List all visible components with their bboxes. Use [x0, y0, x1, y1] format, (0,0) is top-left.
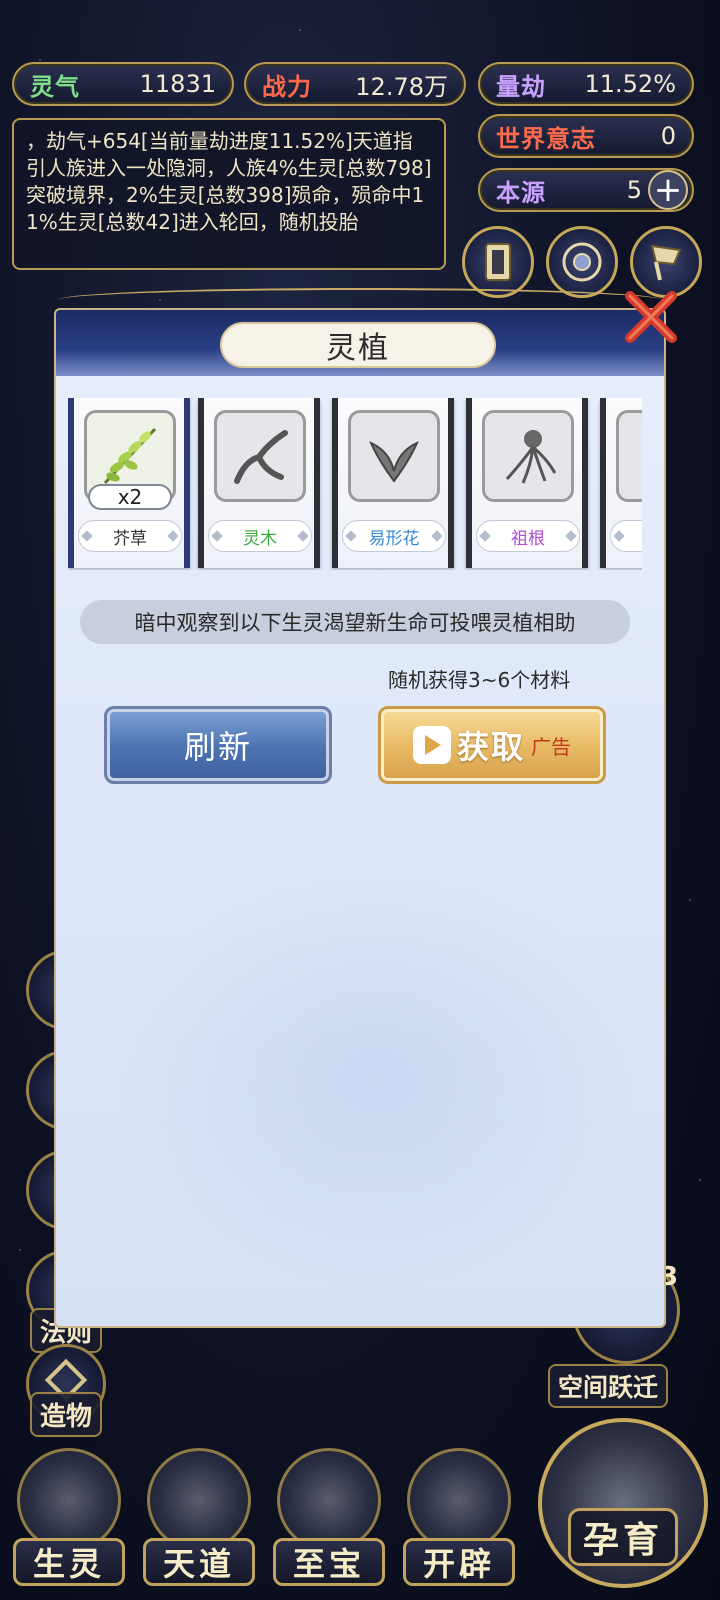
zhibao-emblem-icon — [277, 1448, 381, 1552]
nav-tiandao[interactable]: 天道 — [140, 1448, 258, 1600]
driftwood-icon — [214, 410, 306, 502]
play-icon — [412, 726, 451, 764]
shengling-emblem-icon — [17, 1448, 121, 1552]
flower-icon — [348, 410, 440, 502]
zhanli-stat: 战力 12.78万 — [244, 62, 466, 106]
kaipi-emblem-icon — [407, 1448, 511, 1552]
lingqi-stat: 灵气 11831 — [12, 62, 234, 106]
nav-shengling-label: 生灵 — [13, 1538, 125, 1586]
world-will-value: 0 — [660, 122, 676, 150]
nav-kaipi-label: 开辟 — [403, 1538, 515, 1586]
zhanli-value: 12.78万 — [355, 72, 448, 101]
world-will-stat: 世界意志 0 — [478, 114, 694, 158]
plant-name: 易形花 — [342, 520, 446, 552]
get-ad-button[interactable]: 获取 广告 — [378, 706, 606, 784]
nav-shengling[interactable]: 生灵 — [10, 1448, 128, 1600]
liangjie-label: 量劫 — [496, 72, 546, 101]
refresh-button[interactable]: 刷新 — [104, 706, 332, 784]
plant-card-list[interactable]: x2 芥草 灵木 易形花 祖根 — [68, 398, 642, 570]
plant-card-yixinghua[interactable]: 易形花 — [332, 398, 454, 568]
benyuan-value: 5 — [626, 176, 642, 204]
lingqi-value: 11831 — [139, 70, 216, 98]
add-benyuan-button[interactable]: + — [648, 170, 688, 210]
description-banner: 暗中观察到以下生灵渴望新生命可投喂灵植相助 — [80, 600, 630, 644]
nav-tiandao-label: 天道 — [143, 1538, 255, 1586]
ad-label: 广告 — [531, 734, 571, 759]
nav-zhibao-label: 至宝 — [273, 1538, 385, 1586]
plant-card-zugen[interactable]: 祖根 — [466, 398, 588, 568]
plant-card-qing[interactable]: 青 — [600, 398, 642, 568]
herb-icon — [616, 410, 642, 502]
root-icon — [482, 410, 574, 502]
plant-name: 祖根 — [476, 520, 580, 552]
zhanli-label: 战力 — [262, 72, 312, 101]
scroll-button[interactable] — [462, 226, 534, 298]
close-icon — [625, 291, 677, 343]
close-dialog-button[interactable] — [620, 286, 682, 348]
plant-card-jiecao[interactable]: x2 芥草 — [68, 398, 190, 568]
nurture-label: 孕育 — [567, 1508, 678, 1566]
plant-name: 芥草 — [78, 520, 182, 552]
tiandao-emblem-icon — [147, 1448, 251, 1552]
plant-name: 灵木 — [208, 520, 312, 552]
nav-zhibao[interactable]: 至宝 — [270, 1448, 388, 1600]
plant-card-lingmu[interactable]: 灵木 — [198, 398, 320, 568]
portal-icon — [562, 242, 602, 282]
liangjie-value: 11.52% — [584, 70, 676, 98]
benyuan-stat: 本源 5 + — [478, 168, 694, 212]
world-will-label: 世界意志 — [496, 124, 596, 153]
nav-kaipi[interactable]: 开辟 — [400, 1448, 518, 1600]
nurture-main-button[interactable]: 孕育 — [538, 1418, 708, 1588]
portal-button[interactable] — [546, 226, 618, 298]
lingqi-label: 灵气 — [30, 72, 80, 101]
space-jump-label: 空间跃迁 — [548, 1364, 669, 1408]
benyuan-label: 本源 — [496, 178, 546, 207]
dialog-title: 灵植 — [220, 322, 496, 368]
plant-name: 青 — [610, 520, 642, 552]
flag-icon — [650, 244, 682, 281]
plant-qty: x2 — [88, 484, 172, 510]
event-log: ，劫气+654[当前量劫进度11.52%]天道指引人族进入一处隐洞，人族4%生灵… — [12, 118, 446, 270]
scroll-icon — [485, 243, 511, 281]
event-log-text: ，劫气+654[当前量劫进度11.52%]天道指引人族进入一处隐洞，人族4%生灵… — [26, 129, 432, 234]
dialog-background-pattern — [116, 870, 636, 1290]
creation-menu-label: 造物 — [30, 1392, 103, 1437]
spirit-plant-dialog: 灵植 x2 芥草 灵木 易形花 祖根 暗中观察到以下生灵渴望新生命可投喂灵植相助… — [54, 308, 666, 1328]
liangjie-stat: 量劫 11.52% — [478, 62, 694, 106]
reward-hint: 随机获得3~6个材料 — [388, 668, 571, 692]
get-label: 获取 — [456, 728, 525, 766]
